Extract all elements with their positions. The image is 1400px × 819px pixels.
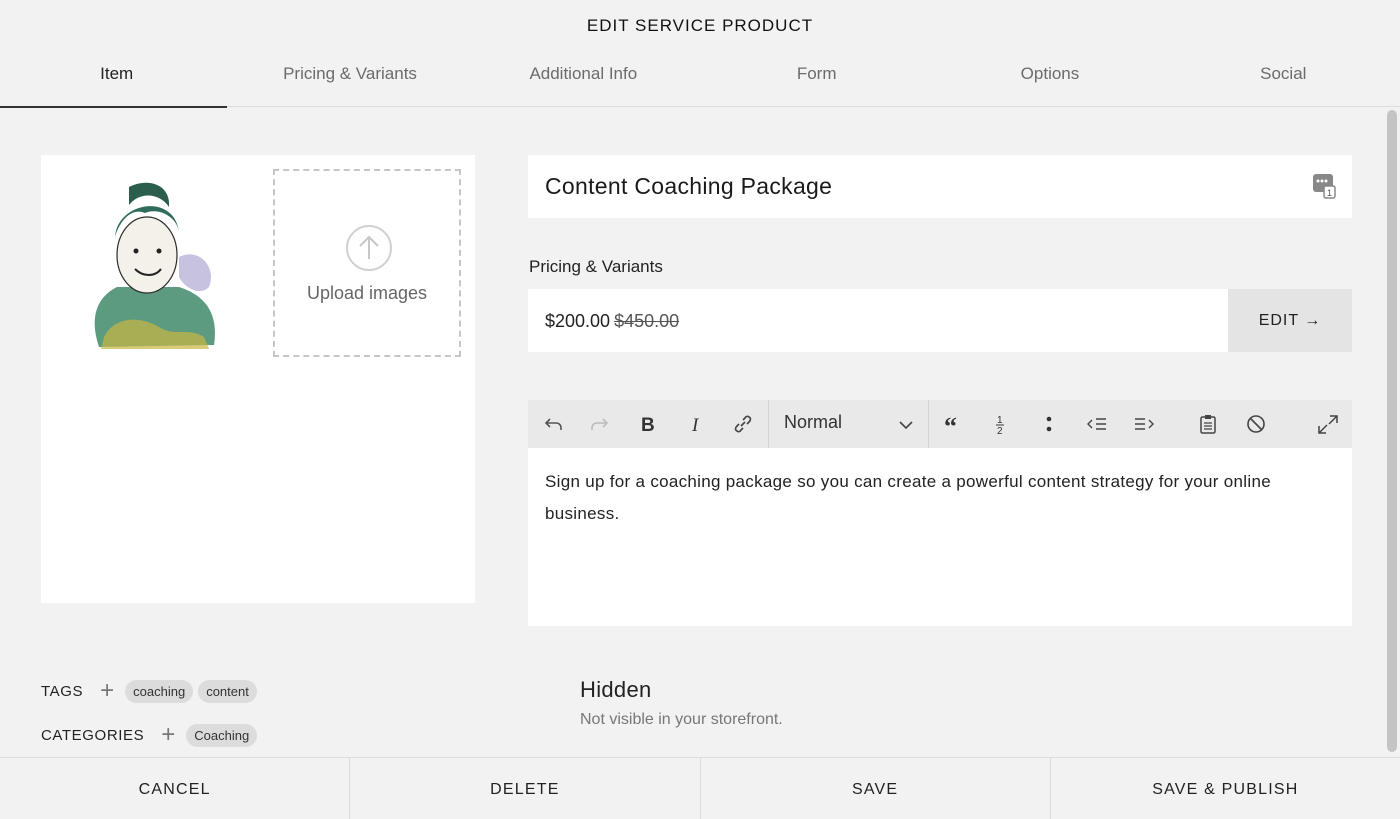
save-publish-button[interactable]: SAVE & PUBLISH bbox=[1051, 758, 1400, 819]
category-pill[interactable]: Coaching bbox=[186, 723, 258, 747]
upload-arrow-icon bbox=[346, 225, 392, 271]
upload-images-label: Upload images bbox=[306, 283, 428, 303]
blockquote-icon[interactable]: “ bbox=[942, 412, 966, 436]
add-category-icon[interactable]: + bbox=[156, 721, 180, 748]
tags-label: TAGS bbox=[41, 682, 84, 700]
toolbar-divider bbox=[768, 400, 769, 448]
tab-additional-info[interactable]: Additional Info bbox=[467, 52, 700, 107]
tab-item[interactable]: Item bbox=[0, 52, 233, 108]
tab-bar: Item Pricing & Variants Additional Info … bbox=[0, 52, 1400, 108]
tab-pricing-variants[interactable]: Pricing & Variants bbox=[233, 52, 466, 107]
description-editor: B I Normal “ 12 Sign up for a coaching p… bbox=[528, 400, 1352, 626]
categories-row: CATEGORIES + Coaching bbox=[41, 721, 262, 748]
tag-pill[interactable]: content bbox=[198, 679, 257, 703]
link-icon[interactable] bbox=[731, 412, 755, 436]
svg-text:I: I bbox=[691, 415, 700, 435]
svg-text:2: 2 bbox=[997, 426, 1003, 435]
upload-images-button[interactable]: Upload images bbox=[273, 169, 461, 357]
visibility-status[interactable]: Hidden bbox=[580, 677, 652, 703]
text-style-value: Normal bbox=[784, 412, 843, 432]
scrollbar[interactable] bbox=[1387, 110, 1397, 752]
product-title-field[interactable]: Content Coaching Package 1 bbox=[528, 155, 1352, 218]
pricing-heading: Pricing & Variants bbox=[529, 257, 663, 276]
sale-price: $200.00 bbox=[545, 311, 611, 331]
categories-label: CATEGORIES bbox=[41, 726, 145, 744]
text-style-select[interactable]: Normal bbox=[784, 412, 914, 438]
password-manager-icon[interactable]: 1 bbox=[1312, 173, 1336, 199]
image-panel: Upload images bbox=[41, 155, 475, 603]
add-tag-icon[interactable]: + bbox=[95, 677, 119, 704]
italic-icon[interactable]: I bbox=[684, 412, 708, 436]
svg-text:“: “ bbox=[944, 413, 957, 435]
price-display: $200.00 $450.00 bbox=[545, 311, 679, 332]
product-image[interactable] bbox=[79, 177, 221, 355]
original-price: $450.00 bbox=[614, 311, 680, 331]
paste-icon[interactable] bbox=[1196, 412, 1220, 436]
tab-social[interactable]: Social bbox=[1167, 52, 1400, 107]
indent-icon[interactable] bbox=[1132, 412, 1156, 436]
edit-pricing-button[interactable]: EDIT → bbox=[1228, 289, 1352, 352]
chevron-down-icon bbox=[899, 421, 913, 430]
outdent-icon[interactable] bbox=[1085, 412, 1109, 436]
dialog-title: EDIT SERVICE PRODUCT bbox=[586, 16, 814, 35]
delete-button[interactable]: DELETE bbox=[350, 758, 701, 819]
undo-icon[interactable] bbox=[541, 412, 565, 436]
svg-text:B: B bbox=[641, 415, 655, 435]
numbered-list-icon[interactable]: 12 bbox=[989, 412, 1013, 436]
svg-text:1: 1 bbox=[997, 415, 1003, 426]
product-title-text: Content Coaching Package bbox=[545, 173, 833, 199]
visibility-description: Not visible in your storefront. bbox=[580, 711, 783, 728]
tab-form[interactable]: Form bbox=[700, 52, 933, 107]
tag-pill[interactable]: coaching bbox=[125, 679, 194, 703]
editor-toolbar: B I Normal “ 12 bbox=[528, 400, 1352, 448]
tags-row: TAGS + coaching content bbox=[41, 677, 262, 704]
redo-icon[interactable] bbox=[588, 412, 612, 436]
description-text[interactable]: Sign up for a coaching package so you ca… bbox=[545, 466, 1345, 530]
bullet-list-icon[interactable] bbox=[1037, 412, 1061, 436]
save-button[interactable]: SAVE bbox=[701, 758, 1051, 819]
dialog-header: EDIT SERVICE PRODUCT Item Pricing & Vari… bbox=[0, 0, 1400, 108]
bold-icon[interactable]: B bbox=[636, 412, 660, 436]
footer-actions: CANCEL DELETE SAVE SAVE & PUBLISH bbox=[0, 757, 1400, 819]
clear-formatting-icon[interactable] bbox=[1244, 412, 1268, 436]
toolbar-divider bbox=[928, 400, 929, 448]
cancel-button[interactable]: CANCEL bbox=[0, 758, 351, 819]
tab-options[interactable]: Options bbox=[933, 52, 1166, 107]
svg-text:1: 1 bbox=[1327, 188, 1332, 198]
expand-icon[interactable] bbox=[1316, 412, 1340, 436]
pricing-row: $200.00 $450.00 EDIT → bbox=[528, 289, 1352, 352]
